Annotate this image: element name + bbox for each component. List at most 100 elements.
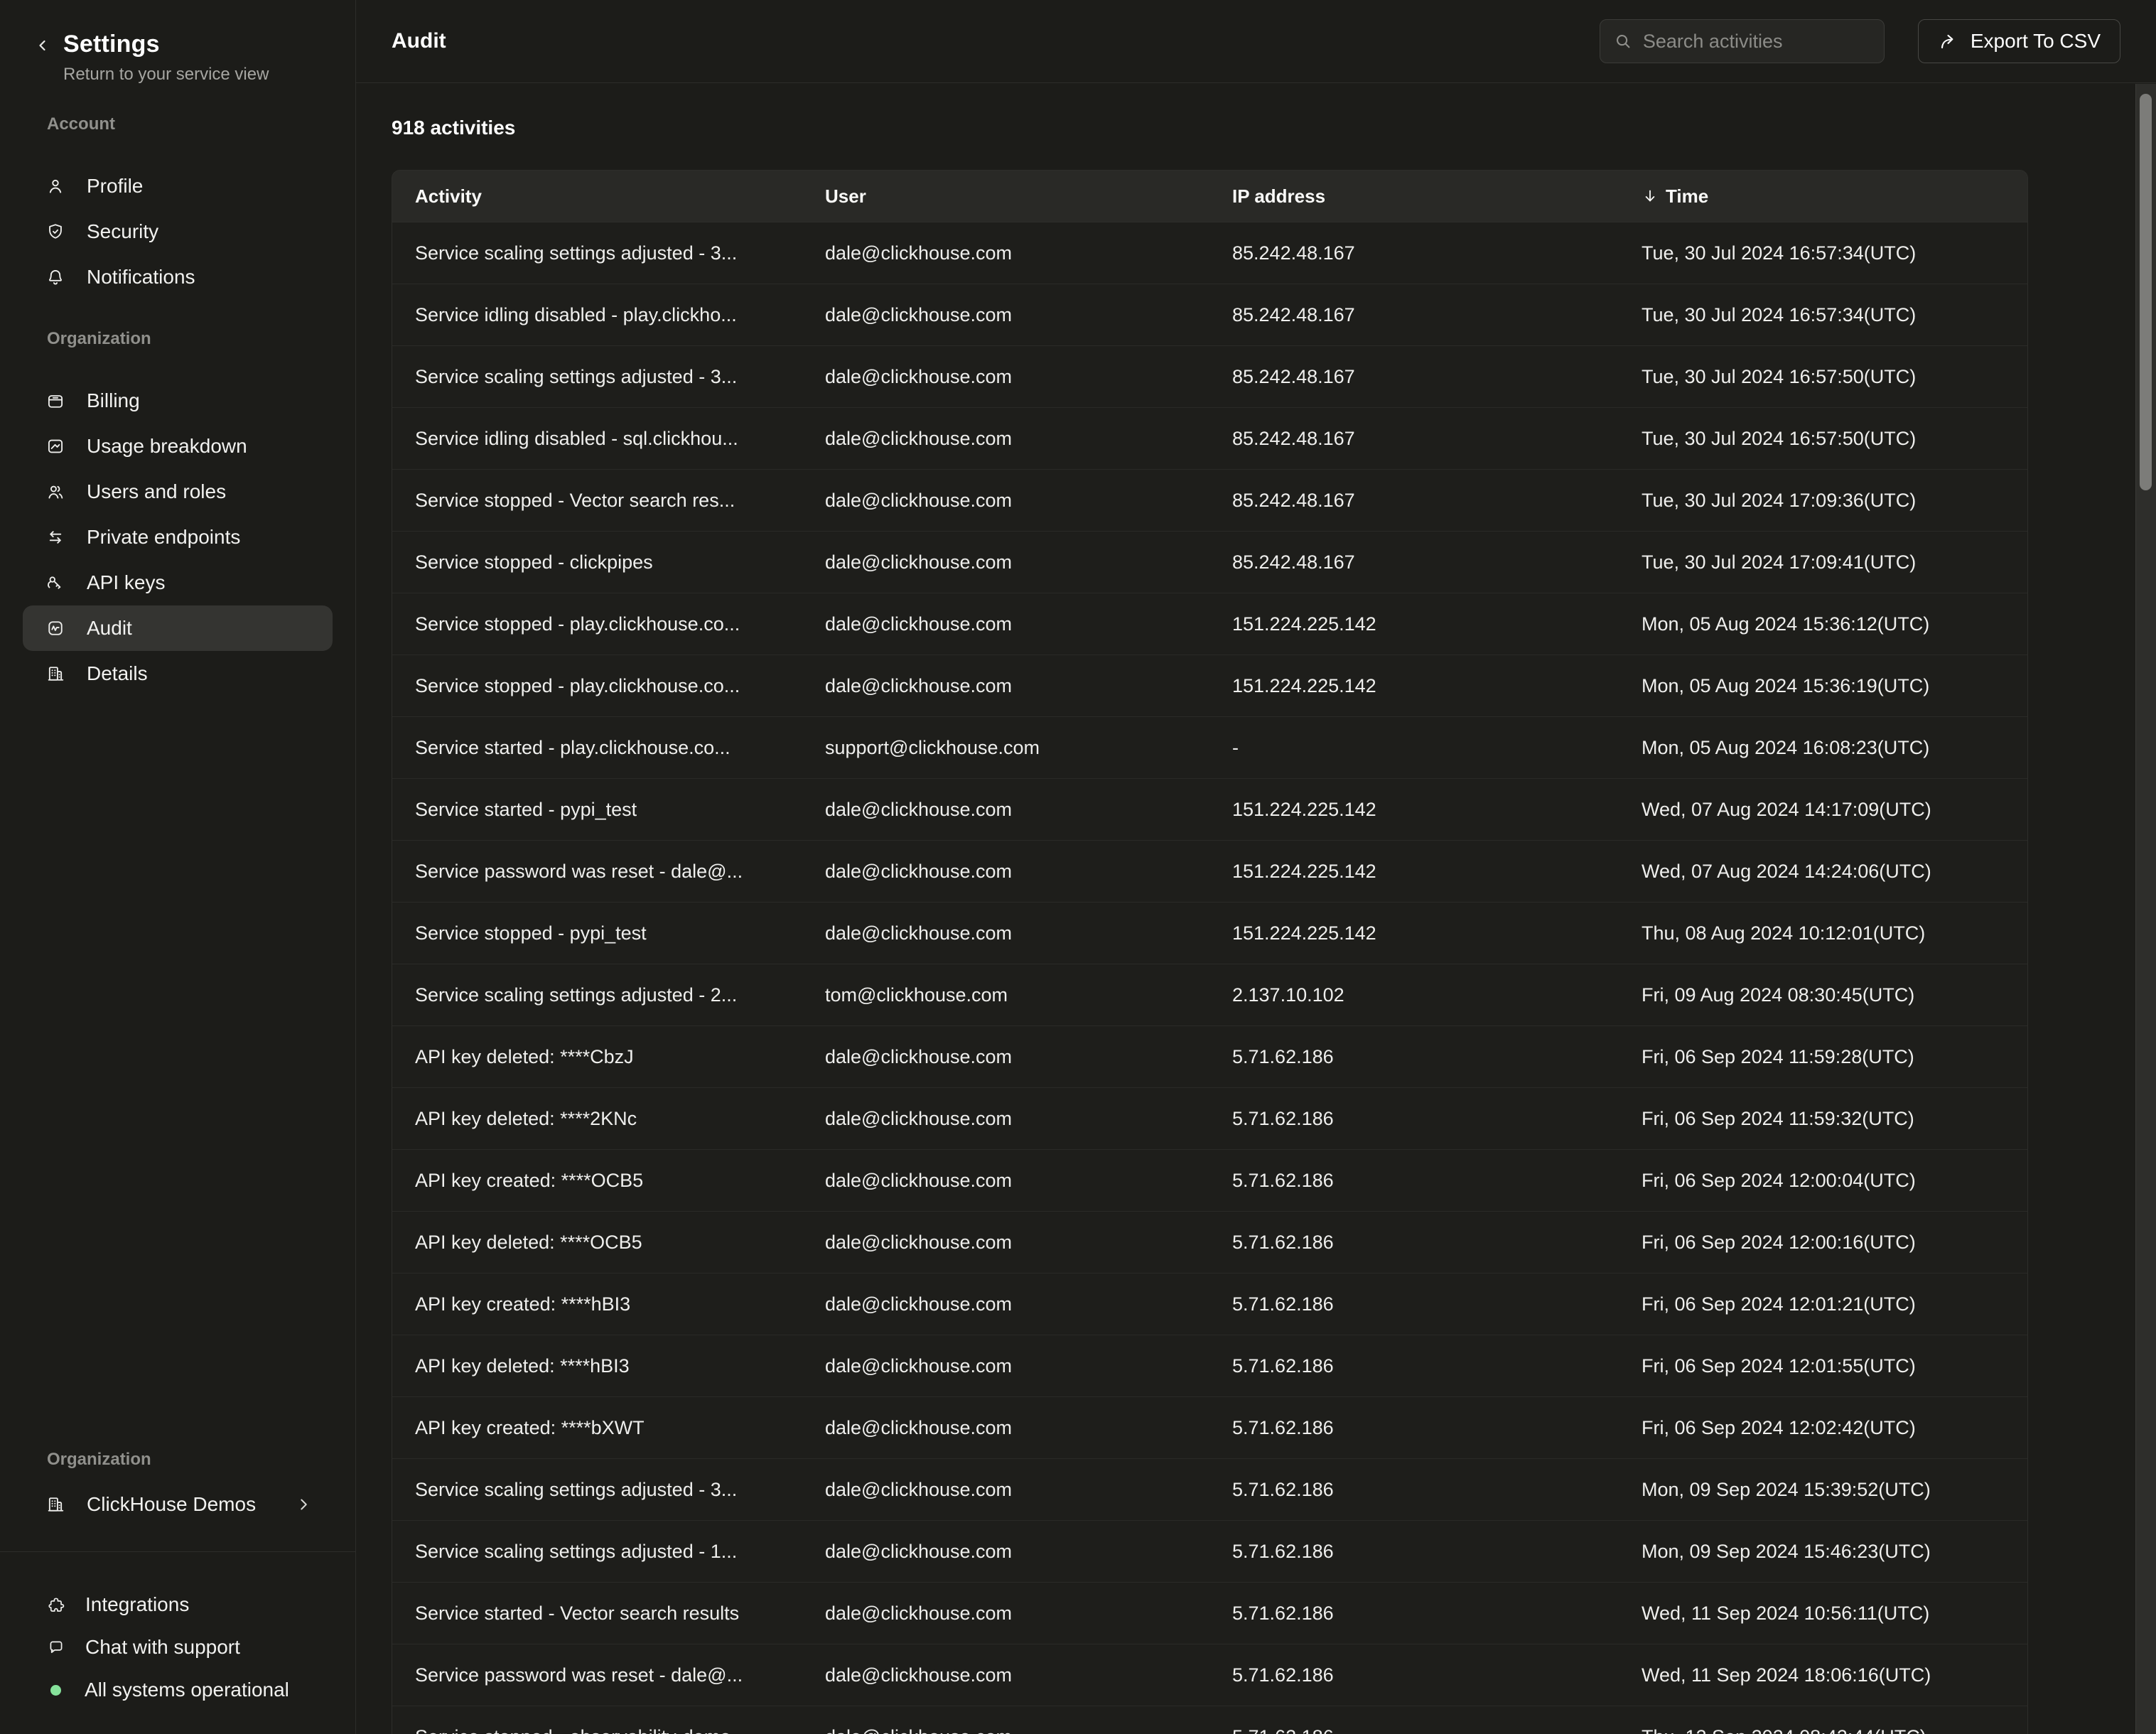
building-icon [45, 1495, 65, 1514]
section-label-organization: Organization [47, 328, 355, 350]
time-cell: Thu, 08 Aug 2024 10:12:01(UTC) [1619, 922, 2027, 944]
sidebar-item-details[interactable]: Details [0, 651, 355, 696]
footer-item-label: Chat with support [85, 1636, 240, 1659]
sidebar-header: Settings Return to your service view [0, 0, 355, 85]
sidebar-item-label: Security [87, 220, 158, 243]
ip-cell: 85.242.48.167 [1209, 490, 1619, 512]
ip-cell: 5.71.62.186 [1209, 1355, 1619, 1377]
sidebar-item-notifications[interactable]: Notifications [0, 254, 355, 300]
ip-cell: 5.71.62.186 [1209, 1417, 1619, 1439]
search-box[interactable] [1600, 19, 1885, 63]
ip-cell: 5.71.62.186 [1209, 1664, 1619, 1686]
sidebar-subtitle[interactable]: Return to your service view [63, 64, 269, 85]
column-header-ip[interactable]: IP address [1209, 185, 1619, 208]
activity-cell: Service scaling settings adjusted - 2... [392, 984, 802, 1006]
usage-chart-icon [45, 436, 65, 456]
user-cell: dale@clickhouse.com [802, 861, 1209, 883]
activity-cell: Service idling disabled - play.clickho..… [392, 304, 802, 326]
sidebar-footer: Integrations Chat with support All syste… [0, 1552, 355, 1734]
sidebar-item-api-keys[interactable]: API keys [0, 560, 355, 605]
column-header-label: User [825, 185, 866, 208]
search-input[interactable] [1643, 31, 1871, 53]
audit-table: Activity User IP address Time [392, 170, 2028, 1734]
table-row: Service started - Vector search resultsd… [392, 1583, 2027, 1644]
time-cell: Wed, 11 Sep 2024 10:56:11(UTC) [1619, 1603, 2027, 1625]
table-row: Service password was reset - dale@...dal… [392, 841, 2027, 903]
table-row: API key deleted: ****OCB5dale@clickhouse… [392, 1212, 2027, 1273]
section-label-account: Account [47, 114, 355, 135]
activity-cell: API key created: ****OCB5 [392, 1170, 802, 1192]
user-cell: dale@clickhouse.com [802, 1479, 1209, 1501]
integrations-link[interactable]: Integrations [0, 1583, 355, 1626]
table-row: Service stopped - play.clickhouse.co...d… [392, 655, 2027, 717]
user-cell: dale@clickhouse.com [802, 675, 1209, 697]
sidebar-item-private-endpoints[interactable]: Private endpoints [0, 515, 355, 560]
system-status-link[interactable]: All systems operational [0, 1669, 355, 1711]
ip-cell: 151.224.225.142 [1209, 675, 1619, 697]
sidebar-item-usage-breakdown[interactable]: Usage breakdown [0, 424, 355, 469]
status-label: All systems operational [85, 1679, 289, 1701]
sidebar-item-billing[interactable]: Billing [0, 378, 355, 424]
activity-cell: Service started - play.clickhouse.co... [392, 737, 802, 759]
table-row: Service started - pypi_testdale@clickhou… [392, 779, 2027, 841]
sidebar-item-profile[interactable]: Profile [0, 163, 355, 209]
org-switcher[interactable]: ClickHouse Demos [0, 1482, 355, 1527]
activity-cell: Service scaling settings adjusted - 3... [392, 366, 802, 388]
sidebar-item-label: Private endpoints [87, 526, 240, 549]
ip-cell: - [1209, 737, 1619, 759]
table-row: API key deleted: ****hBI3dale@clickhouse… [392, 1335, 2027, 1397]
time-cell: Mon, 09 Sep 2024 15:39:52(UTC) [1619, 1479, 2027, 1501]
keys-icon [45, 573, 65, 593]
search-icon [1613, 31, 1633, 51]
activity-cell: Service scaling settings adjusted - 3... [392, 1479, 802, 1501]
sidebar-item-label: API keys [87, 571, 165, 594]
export-button-label: Export To CSV [1971, 30, 2101, 53]
export-csv-button[interactable]: Export To CSV [1918, 19, 2120, 63]
activity-cell: Service scaling settings adjusted - 3... [392, 242, 802, 264]
user-cell: dale@clickhouse.com [802, 1108, 1209, 1130]
time-cell: Fri, 06 Sep 2024 12:00:04(UTC) [1619, 1170, 2027, 1192]
sidebar-item-label: Profile [87, 175, 143, 198]
ip-cell: 85.242.48.167 [1209, 366, 1619, 388]
table-row: API key created: ****OCB5dale@clickhouse… [392, 1150, 2027, 1212]
activity-cell: API key deleted: ****hBI3 [392, 1355, 802, 1377]
table-row: Service stopped - Vector search res...da… [392, 470, 2027, 532]
sidebar-item-audit[interactable]: Audit [23, 605, 333, 651]
table-row: Service idling disabled - sql.clickhou..… [392, 408, 2027, 470]
table-row: Service stopped - clickpipesdale@clickho… [392, 532, 2027, 593]
time-cell: Fri, 06 Sep 2024 12:00:16(UTC) [1619, 1232, 2027, 1254]
column-header-activity[interactable]: Activity [392, 185, 802, 208]
scrollbar-thumb[interactable] [2140, 94, 2152, 490]
table-row: Service scaling settings adjusted - 2...… [392, 964, 2027, 1026]
user-cell: dale@clickhouse.com [802, 1170, 1209, 1192]
activity-cell: API key created: ****hBI3 [392, 1293, 802, 1315]
column-header-time[interactable]: Time [1619, 185, 2027, 208]
ip-cell: 85.242.48.167 [1209, 428, 1619, 450]
sidebar-item-security[interactable]: Security [0, 209, 355, 254]
table-header: Activity User IP address Time [392, 170, 2028, 222]
time-cell: Mon, 05 Aug 2024 16:08:23(UTC) [1619, 737, 2027, 759]
column-header-user[interactable]: User [802, 185, 1209, 208]
table-body: Service scaling settings adjusted - 3...… [392, 222, 2028, 1734]
activity-cell: Service password was reset - dale@... [392, 1664, 802, 1686]
ip-cell: 151.224.225.142 [1209, 799, 1619, 821]
activity-cell: API key deleted: ****OCB5 [392, 1232, 802, 1254]
ip-cell: 151.224.225.142 [1209, 613, 1619, 635]
building-icon [45, 664, 65, 684]
sidebar-title-block: Settings Return to your service view [63, 30, 269, 85]
user-cell: dale@clickhouse.com [802, 1541, 1209, 1563]
chat-with-support-link[interactable]: Chat with support [0, 1626, 355, 1669]
puzzle-icon [47, 1595, 65, 1614]
bell-icon [45, 267, 65, 287]
sidebar-title: Settings [63, 30, 269, 58]
ip-cell: 2.137.10.102 [1209, 984, 1619, 1006]
sidebar-item-users-and-roles[interactable]: Users and roles [0, 469, 355, 515]
column-header-label: IP address [1232, 185, 1325, 208]
main-area: Audit Export To CSV 918 activities Activ [356, 0, 2156, 1734]
table-row: Service stopped - pypi_testdale@clickhou… [392, 903, 2027, 964]
back-button[interactable] [31, 30, 54, 61]
table-row: Service scaling settings adjusted - 3...… [392, 346, 2027, 408]
activity-cell: Service stopped - play.clickhouse.co... [392, 675, 802, 697]
ip-cell: 5.71.62.186 [1209, 1479, 1619, 1501]
user-cell: dale@clickhouse.com [802, 799, 1209, 821]
